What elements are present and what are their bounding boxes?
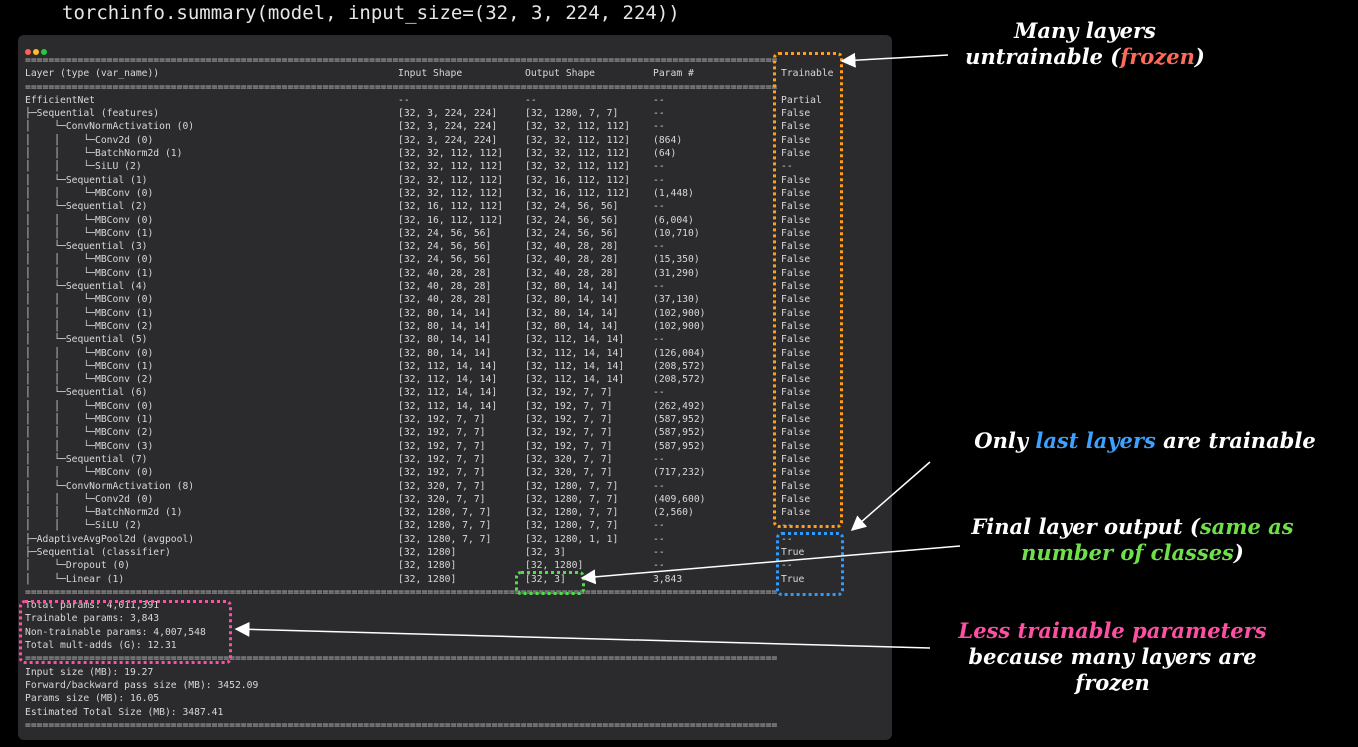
annotation-less-params: Less trainable parameters because many l… xyxy=(940,618,1285,696)
annotation-final-pre: Final layer output ( xyxy=(971,514,1200,539)
annotation-final-output: Final layer output (same as number of cl… xyxy=(945,514,1320,566)
annotation-final-highlight: same as xyxy=(1199,514,1294,539)
annotation-final-line2: number of classes) xyxy=(945,540,1320,566)
annotation-last-highlight: last layers xyxy=(1035,428,1156,453)
arrow-final-output xyxy=(580,545,961,585)
annotation-frozen-highlight: frozen xyxy=(1120,44,1195,69)
annotation-frozen-mid: untrainable ( xyxy=(965,44,1121,69)
annotation-frozen: Many layers untrainable (frozen) xyxy=(940,18,1230,70)
annotation-last-pre: Only xyxy=(974,428,1036,453)
annotation-last-post: are trainable xyxy=(1155,428,1316,453)
arrow-less-params xyxy=(234,621,931,649)
arrow-last-layers xyxy=(850,461,931,531)
annotation-less-line2: because many layers are xyxy=(968,644,1257,669)
annotation-final-line1: Final layer output (same as xyxy=(945,514,1320,540)
annotation-frozen-post: ) xyxy=(1194,44,1205,69)
arrow-frozen xyxy=(840,52,949,68)
annotation-less-highlight: Less trainable parameters xyxy=(958,618,1267,643)
annotation-frozen-line2: untrainable (frozen) xyxy=(940,44,1230,70)
annotation-final-highlight2: number of classes xyxy=(1021,540,1234,565)
annotation-final-post: ) xyxy=(1233,540,1244,565)
annotation-less-line3: frozen xyxy=(1075,670,1150,695)
annotation-frozen-line1: Many layers xyxy=(1014,18,1156,43)
annotation-last-layers: Only last layers are trainable xyxy=(950,428,1340,454)
